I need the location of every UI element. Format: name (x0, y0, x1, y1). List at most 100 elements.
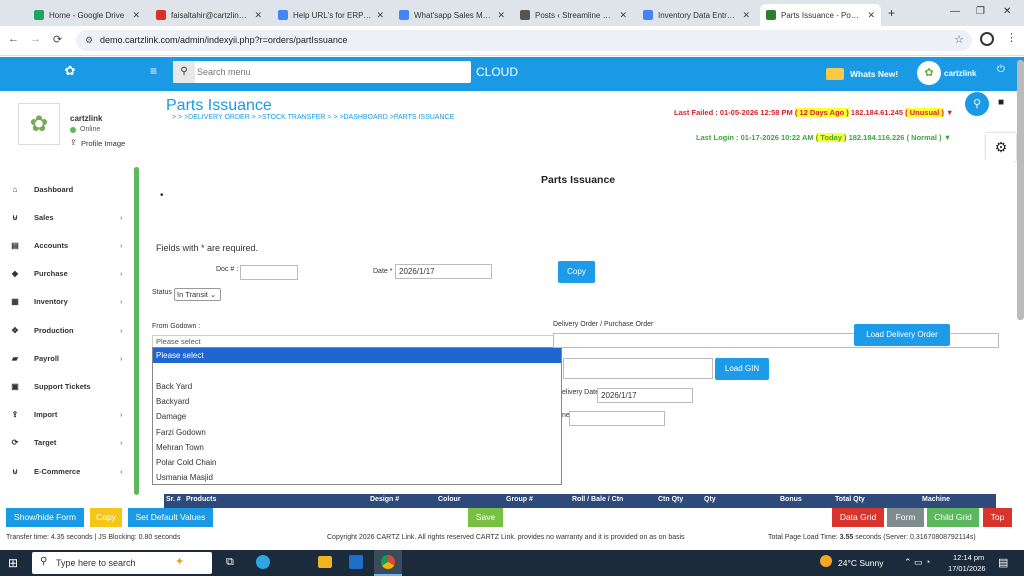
maximize-button[interactable]: ❐ (976, 6, 985, 17)
close-tab-icon[interactable]: ✕ (132, 10, 140, 21)
close-tab-icon[interactable]: ✕ (497, 10, 505, 21)
system-tray-icons[interactable]: ⌃ ▭ ◔ (904, 557, 930, 568)
copy-button[interactable]: Copy (558, 261, 595, 283)
new-tab-button[interactable]: + (888, 6, 895, 20)
status-select[interactable]: In Transit ⌄ (174, 288, 221, 301)
sidebar-item-payroll[interactable]: ▰ Payroll › (0, 350, 130, 366)
table-header-cell[interactable]: Group # (506, 496, 533, 503)
reload-icon[interactable]: ⟳ (53, 33, 62, 46)
godown-option[interactable]: Backyard (153, 394, 561, 409)
doc-number-input[interactable] (240, 265, 298, 280)
godown-option[interactable]: Farzi Godown (153, 425, 561, 440)
windows-start-icon[interactable]: ⊞ (8, 556, 18, 570)
search-menu-input[interactable] (197, 63, 467, 81)
close-tab-icon[interactable]: ✕ (254, 10, 262, 21)
sidebar-item-sales[interactable]: ⊍ Sales › (0, 209, 130, 225)
last-login-arrow[interactable]: ▼ (944, 133, 951, 142)
hamburger-menu-icon[interactable]: ≡ (150, 64, 157, 78)
godown-option[interactable] (153, 363, 561, 378)
minimize-button[interactable]: — (950, 6, 960, 17)
bookmark-star-icon[interactable]: ☆ (954, 30, 964, 51)
godown-option[interactable]: Damage (153, 409, 561, 424)
site-info-icon[interactable]: ⚙ (85, 30, 93, 51)
browser-tab-2[interactable]: faisaltahir@cartzlink.co ✕ (150, 4, 268, 26)
child-grid-button[interactable]: Child Grid (927, 508, 979, 527)
godown-option[interactable]: Usmania Masjid (153, 470, 561, 484)
table-header-cell[interactable]: Products (186, 496, 216, 503)
clock-date[interactable]: 17/01/2026 (948, 564, 986, 573)
weather-text[interactable]: 24°C Sunny (838, 558, 883, 568)
back-arrow-icon[interactable]: ← (8, 33, 19, 45)
search-circle-icon[interactable]: ⚲ (965, 92, 989, 116)
sidebar-item-e-commerce[interactable]: ⊍ E-Commerce › (0, 463, 130, 479)
delivery-date-input[interactable]: 2026/1/17 (597, 388, 693, 403)
table-header-cell[interactable]: Ctn Qty (658, 496, 683, 503)
profile-image-link[interactable]: Profile Image (81, 139, 125, 148)
settings-gear-icon[interactable]: ⚙ (986, 133, 1016, 161)
sidebar-item-purchase[interactable]: ◆ Purchase › (0, 266, 130, 282)
search-icon[interactable]: ⚲ (173, 61, 195, 83)
browser-menu-icon[interactable]: ⋮ (1006, 31, 1017, 44)
set-default-values-button[interactable]: Set Default Values (128, 508, 213, 527)
sidebar-item-target[interactable]: ⟳ Target › (0, 435, 130, 451)
close-window-button[interactable]: ✕ (1003, 6, 1011, 17)
page-scrollbar[interactable] (1017, 60, 1024, 320)
browser-tab-3[interactable]: Help URL's for ERP Sys ✕ (272, 4, 390, 26)
bottom-copy-button[interactable]: Copy (90, 508, 122, 527)
table-header-cell[interactable]: Qty (704, 496, 716, 503)
power-icon[interactable]: ⏻ (997, 64, 1005, 75)
sidebar-item-dashboard[interactable]: ⌂ Dashboard (0, 181, 130, 197)
table-header-cell[interactable]: Machine (922, 496, 950, 503)
load-gin-button[interactable]: Load GIN (715, 358, 769, 380)
browser-tab-7[interactable]: Parts Issuance - Power ✕ (760, 4, 881, 26)
sidebar-item-support-tickets[interactable]: ▣ Support Tickets (0, 378, 130, 394)
outlook-icon[interactable] (349, 555, 363, 569)
lock-icon[interactable]: ■ (998, 97, 1004, 108)
header-username[interactable]: cartzlink (944, 69, 976, 78)
browser-tab-5[interactable]: Posts ‹ Streamline Syst ✕ (514, 4, 633, 26)
breadcrumb[interactable]: > > >DELIVERY ORDER > >STOCK TRANSFER > … (172, 114, 454, 121)
sidebar-item-inventory[interactable]: ▦ Inventory › (0, 294, 130, 310)
date-input[interactable]: 2026/1/17 (395, 264, 492, 279)
account-icon[interactable] (980, 32, 994, 46)
browser-tab-1[interactable]: Home - Google Drive ✕ (28, 4, 146, 26)
sidebar-item-production[interactable]: ✥ Production › (0, 322, 130, 338)
form-button[interactable]: Form (887, 508, 924, 527)
last-failed-arrow[interactable]: ▼ (946, 108, 953, 117)
godown-option[interactable]: Polar Cold Chain (153, 455, 561, 470)
table-header-cell[interactable]: Bonus (780, 496, 802, 503)
godown-option[interactable]: Mehran Town (153, 440, 561, 455)
task-view-icon[interactable]: ⧉ (226, 556, 234, 569)
table-header-cell[interactable]: Roll / Bale / Ctn (572, 496, 623, 503)
close-tab-icon[interactable]: ✕ (867, 10, 875, 21)
table-header-cell[interactable]: Design # (370, 496, 399, 503)
store-icon[interactable] (318, 556, 332, 568)
name-input[interactable] (569, 411, 665, 426)
edge-icon[interactable] (256, 555, 270, 569)
sidebar-scrollbar[interactable] (134, 167, 139, 495)
godown-option[interactable]: Please select (153, 348, 561, 363)
sidebar-item-import[interactable]: ⇪ Import › (0, 407, 130, 423)
close-tab-icon[interactable]: ✕ (742, 10, 750, 21)
sidebar-item-accounts[interactable]: ▤ Accounts › (0, 237, 130, 253)
godown-option[interactable]: Back Yard (153, 379, 561, 394)
taskbar-search-box[interactable]: ⚲ Type here to search ✦ (32, 552, 212, 574)
table-header-cell[interactable]: Colour (438, 496, 461, 503)
save-button[interactable]: Save (468, 508, 503, 527)
clock-time[interactable]: 12:14 pm (953, 553, 984, 562)
load-delivery-order-button[interactable]: Load Delivery Order (854, 324, 950, 346)
close-tab-icon[interactable]: ✕ (619, 10, 627, 21)
close-tab-icon[interactable]: ✕ (376, 10, 384, 21)
url-field[interactable]: ⚙ demo.cartzlink.com/admin/indexyii.php?… (76, 30, 972, 51)
whats-new-link[interactable]: Whats New! (850, 69, 898, 79)
table-header-cell[interactable]: Total Qty (835, 496, 865, 503)
notification-icon[interactable]: ▤ (998, 556, 1008, 569)
table-header-cell[interactable]: Sr. # (166, 496, 181, 503)
forward-arrow-icon[interactable]: → (30, 33, 41, 45)
top-button[interactable]: Top (983, 508, 1012, 527)
gin-input[interactable] (563, 358, 713, 379)
chrome-taskbar-button[interactable] (374, 550, 402, 576)
browser-tab-4[interactable]: What'sapp Sales Messa ✕ (393, 4, 511, 26)
show-hide-form-button[interactable]: Show/hide Form (6, 508, 84, 527)
browser-tab-6[interactable]: Inventory Data Entry M ✕ (637, 4, 756, 26)
